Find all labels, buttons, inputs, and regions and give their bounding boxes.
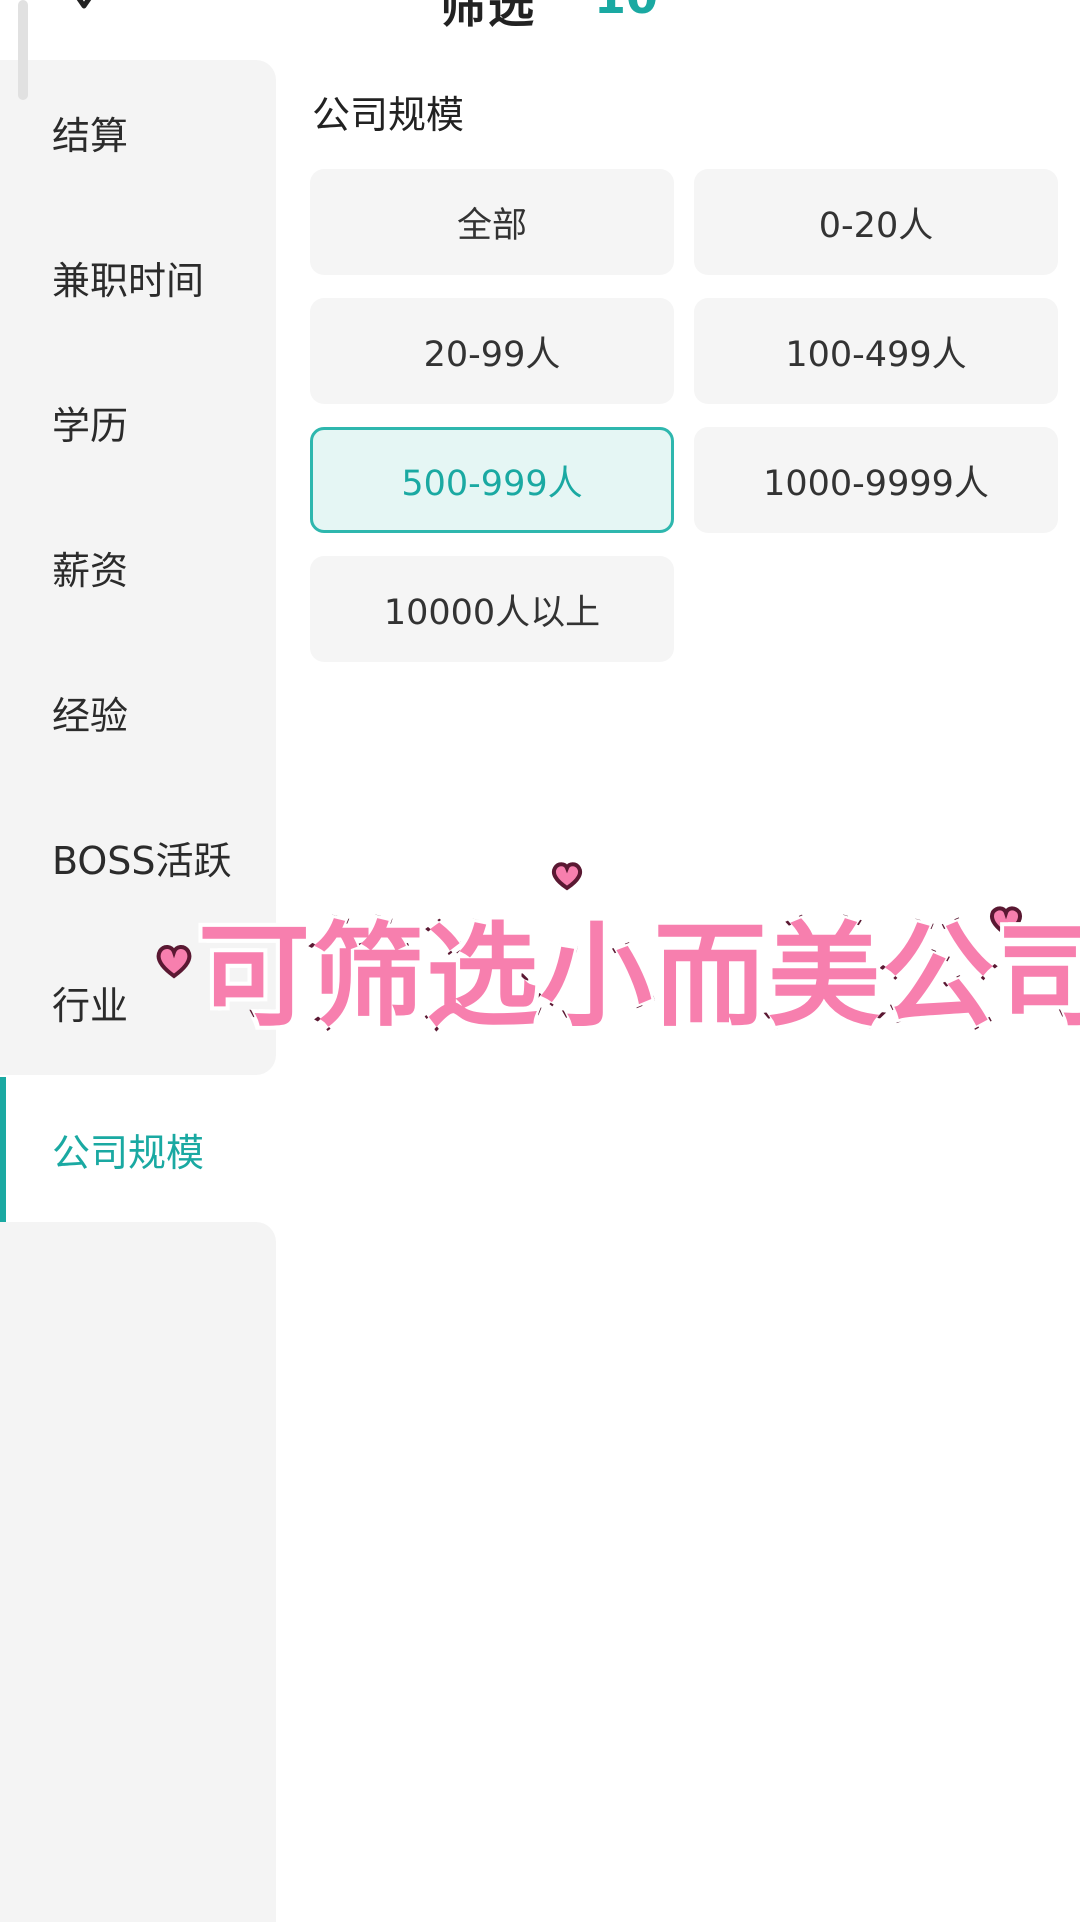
option-label: 100-499人 [785, 334, 967, 375]
scrollbar-thumb[interactable] [18, 0, 28, 100]
option-label: 0-20人 [818, 205, 934, 246]
page-title: 筛选 [440, 0, 536, 33]
option-0-20[interactable]: 0-20人 [694, 169, 1058, 275]
sidebar-item-part-time-hours[interactable]: 兼职时间 [0, 205, 276, 350]
option-500-999[interactable]: 500-999人 [310, 427, 674, 533]
caption-text: 可筛选小而美公司 [195, 909, 1080, 1045]
sidebar-item-label: 公司规模 [52, 1131, 205, 1175]
option-label: 1000-9999人 [763, 463, 989, 504]
sidebar-item-settlement[interactable]: 结算 [0, 60, 276, 205]
option-label: 500-999人 [401, 463, 583, 504]
sidebar-item-label: 结算 [52, 114, 129, 158]
heart-icon [156, 945, 192, 979]
top-bar: 筛选 10 [0, 0, 1080, 60]
sidebar-item-label: 学历 [52, 404, 129, 448]
option-20-99[interactable]: 20-99人 [310, 298, 674, 404]
filter-count: 10 [594, 0, 658, 24]
option-label: 10000人以上 [383, 592, 601, 633]
sidebar-item-label: 经验 [52, 694, 129, 738]
option-1000-9999[interactable]: 1000-9999人 [694, 427, 1058, 533]
chevron-down-icon[interactable] [62, 0, 106, 16]
option-label: 20-99人 [423, 334, 561, 375]
sidebar-item-experience[interactable]: 经验 [0, 640, 276, 785]
sidebar-item-label: 兼职时间 [52, 259, 205, 303]
option-10000-plus[interactable]: 10000人以上 [310, 556, 674, 662]
sidebar-item-company-size[interactable]: 公司规模 [0, 1077, 276, 1222]
option-100-499[interactable]: 100-499人 [694, 298, 1058, 404]
sidebar-item-education[interactable]: 学历 [0, 350, 276, 495]
sidebar-item-label: 薪资 [52, 549, 129, 593]
section-title: 公司规模 [312, 93, 465, 137]
sidebar-item-label: 行业 [52, 984, 129, 1028]
option-all[interactable]: 全部 [310, 169, 674, 275]
option-label: 全部 [456, 205, 527, 246]
sidebar-background [0, 1222, 276, 1922]
overlay-caption: 可筛选小而美公司 [150, 860, 1080, 1050]
sidebar-item-salary[interactable]: 薪资 [0, 495, 276, 640]
